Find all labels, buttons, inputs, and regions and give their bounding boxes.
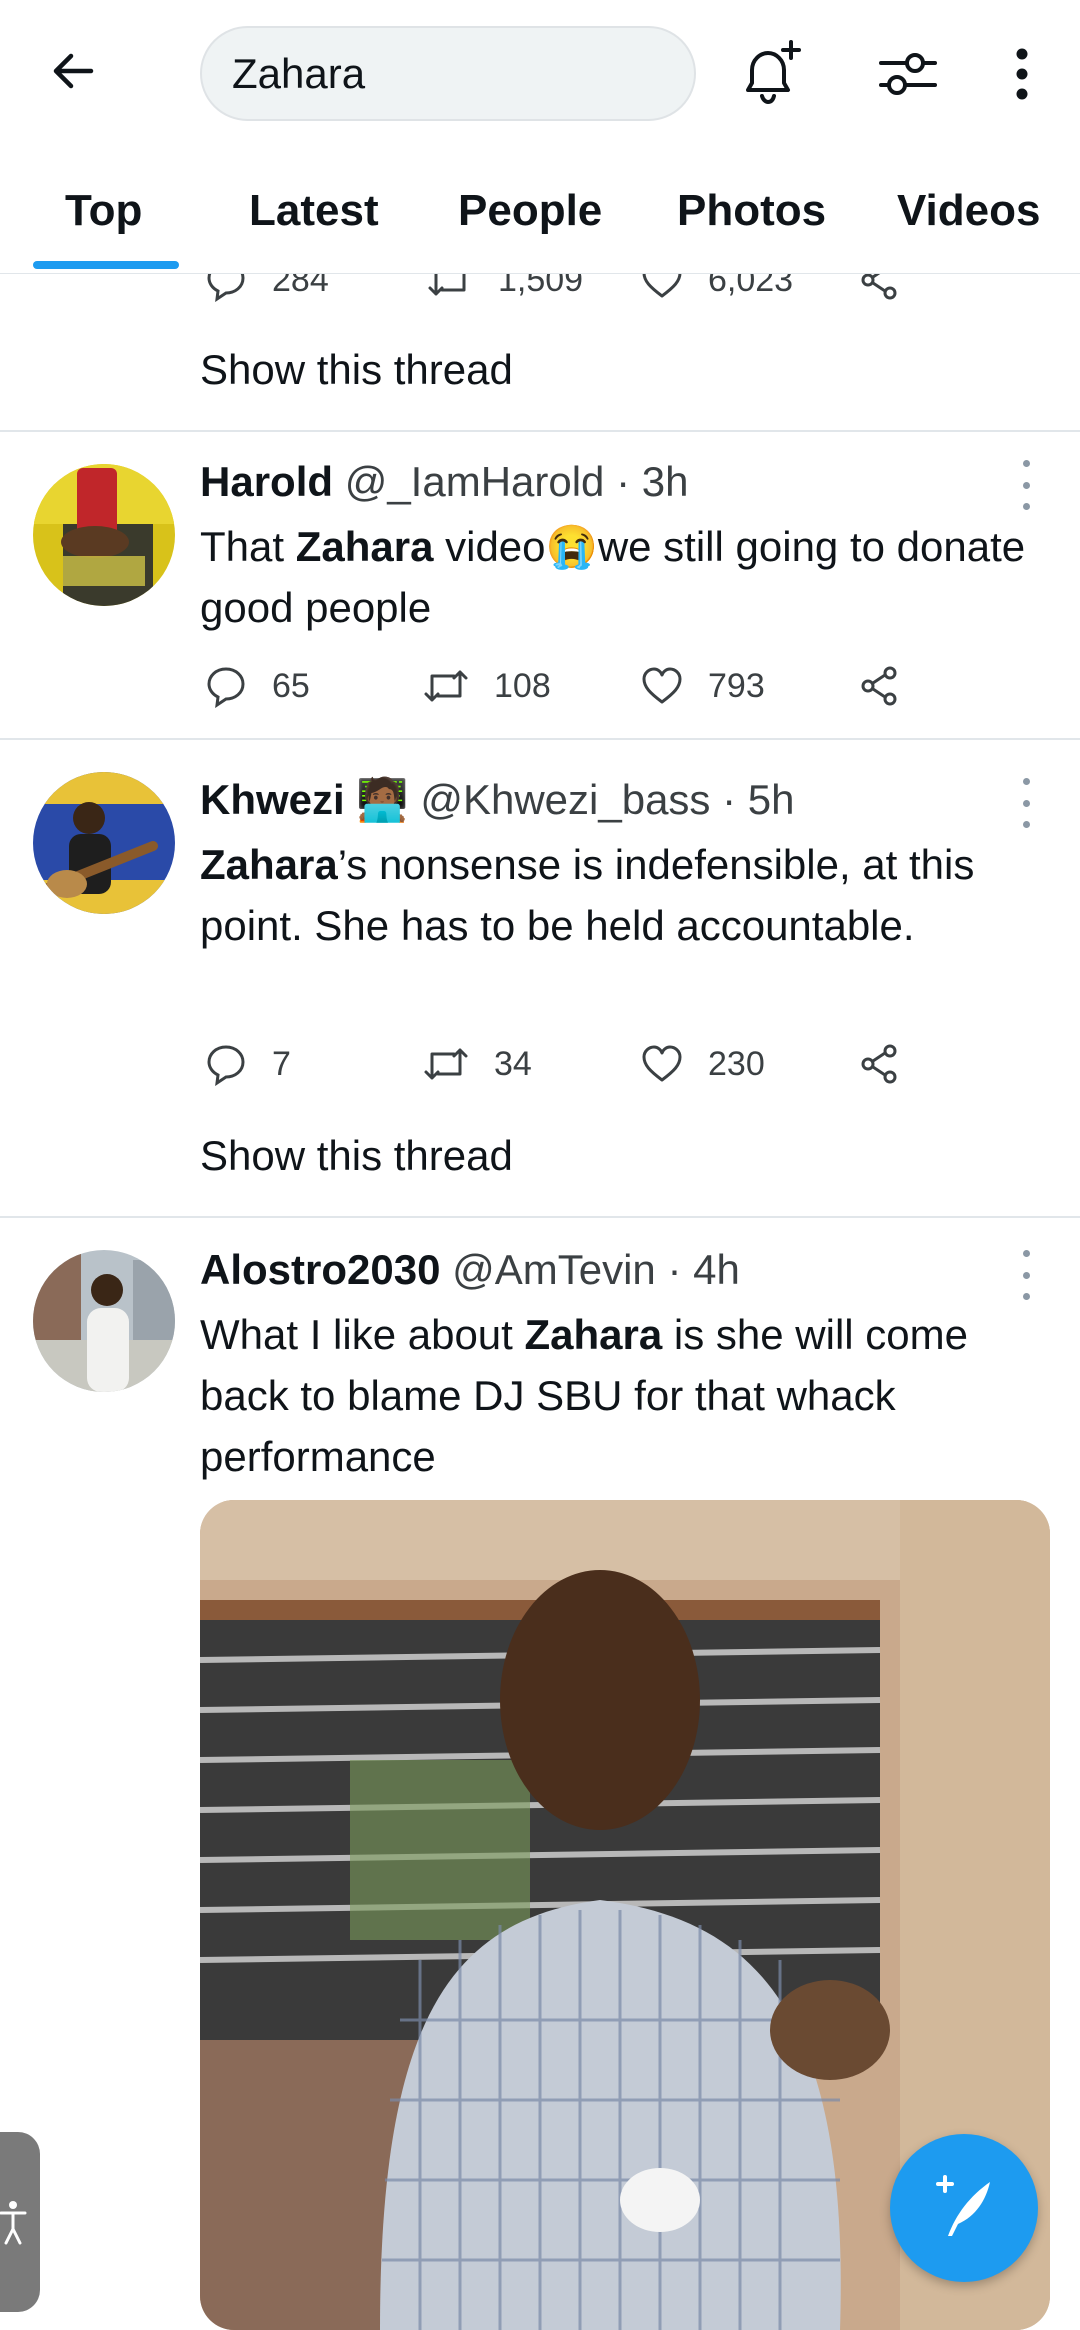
tweet-header: Harold @_IamHarold · 3h — [200, 458, 688, 506]
name-emoji: 🧑🏾‍💻 — [356, 776, 409, 823]
avatar[interactable] — [33, 772, 175, 914]
show-thread-link[interactable]: Show this thread — [200, 1132, 513, 1180]
tweet-more-icon[interactable] — [1016, 1250, 1036, 1300]
tweet-more-icon[interactable] — [1016, 778, 1036, 828]
like-icon — [642, 1045, 682, 1082]
display-name[interactable]: Alostro2030 — [200, 1246, 440, 1293]
divider — [0, 1216, 1080, 1218]
divider — [0, 738, 1080, 740]
tweet-more-icon[interactable] — [1016, 460, 1036, 510]
reply-button[interactable]: 65 — [204, 662, 310, 710]
tab-photos[interactable]: Photos — [677, 186, 826, 236]
retweet-button[interactable]: 108 — [422, 662, 551, 710]
tweet-text: What I like about Zahara is she will com… — [200, 1311, 968, 1480]
crying-emoji: 😭 — [545, 523, 598, 570]
retweet-icon — [424, 670, 468, 702]
display-name[interactable]: Harold — [200, 458, 333, 505]
tweet-header: Khwezi 🧑🏾‍💻 @Khwezi_bass · 5h — [200, 776, 794, 825]
tweet-time: · 5h — [722, 776, 795, 823]
more-options-button[interactable] — [984, 36, 1060, 112]
bell-plus-icon — [746, 40, 801, 105]
compose-tweet-button[interactable] — [890, 2134, 1038, 2282]
filter-sliders-icon — [879, 53, 937, 95]
tweet-text: Zahara’s nonsense is indefensible, at th… — [200, 841, 975, 949]
retweet-count: 34 — [494, 1044, 532, 1083]
user-handle[interactable]: @_IamHarold — [345, 458, 605, 505]
reply-icon — [207, 1045, 245, 1086]
reply-icon — [207, 667, 245, 708]
share-button[interactable] — [858, 662, 926, 710]
tweet-time: · 3h — [616, 458, 689, 505]
more-vertical-icon — [1016, 48, 1028, 100]
compose-tweet-icon — [936, 2175, 990, 2236]
tweet-header: Alostro2030 @AmTevin · 4h — [200, 1246, 740, 1294]
tab-people[interactable]: People — [458, 186, 602, 236]
accessibility-icon — [0, 2201, 27, 2245]
retweet-icon — [424, 1048, 468, 1080]
share-button[interactable] — [858, 1040, 926, 1088]
avatar[interactable] — [33, 464, 175, 606]
tab-videos[interactable]: Videos — [897, 186, 1040, 236]
back-arrow-icon — [53, 53, 94, 89]
search-tabs-overlay: Top Latest People Photos Videos — [0, 148, 1080, 274]
display-name[interactable]: Khwezi — [200, 776, 345, 823]
search-input[interactable]: Zahara — [200, 26, 696, 121]
show-thread-link[interactable]: Show this thread — [200, 346, 513, 394]
tweet-time: · 4h — [667, 1246, 740, 1293]
retweet-button[interactable]: 34 — [422, 1040, 532, 1088]
reply-count: 65 — [272, 666, 310, 705]
top-app-bar: Zahara — [0, 0, 1080, 148]
retweet-count: 108 — [494, 666, 551, 705]
accessibility-button[interactable] — [0, 2132, 40, 2312]
like-icon — [642, 667, 682, 704]
avatar[interactable] — [33, 1250, 175, 1392]
share-icon — [861, 666, 897, 706]
active-tab-indicator — [33, 261, 179, 269]
user-handle[interactable]: @AmTevin — [452, 1246, 656, 1293]
search-settings-button[interactable] — [870, 36, 946, 112]
tab-latest[interactable]: Latest — [249, 186, 379, 236]
like-count: 230 — [708, 1044, 765, 1083]
tab-top[interactable]: Top — [65, 186, 142, 236]
user-handle[interactable]: @Khwezi_bass — [420, 776, 710, 823]
tweet-text: That Zahara video😭we still going to dona… — [200, 523, 1026, 631]
divider — [0, 430, 1080, 432]
reply-count: 7 — [272, 1044, 291, 1083]
notify-button[interactable] — [732, 36, 808, 112]
like-button[interactable]: 793 — [640, 662, 765, 710]
back-button[interactable] — [38, 36, 108, 106]
like-count: 793 — [708, 666, 765, 705]
share-icon — [861, 1044, 897, 1084]
like-button[interactable]: 230 — [640, 1040, 765, 1088]
reply-button[interactable]: 7 — [204, 1040, 291, 1088]
